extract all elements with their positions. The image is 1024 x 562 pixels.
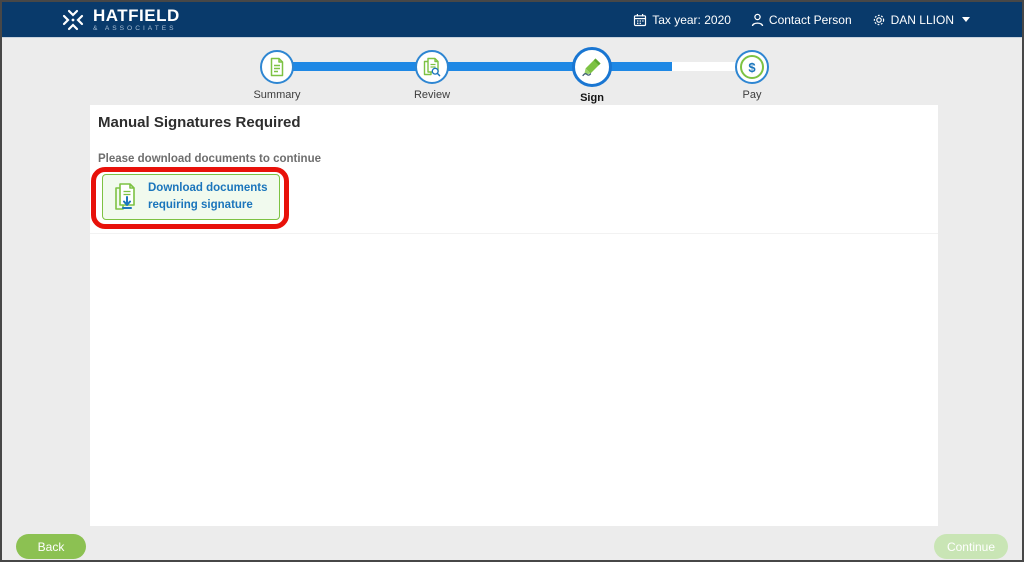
review-document-search-icon (422, 57, 442, 77)
app-window: HATFIELD & ASSOCIATES Tax year: 2020 Con… (0, 0, 1024, 562)
step-label-pay: Pay (742, 89, 762, 101)
step-label-sign: Sign (580, 92, 604, 104)
step-review[interactable]: Review (387, 50, 477, 101)
pay-dollar-icon: $ (740, 55, 764, 79)
summary-document-icon (268, 57, 286, 77)
download-button-label-line2: requiring signature (148, 199, 253, 211)
step-label-review: Review (413, 89, 451, 101)
download-button-label-line1: Download documents (148, 182, 268, 195)
step-summary[interactable]: Summary (232, 50, 322, 101)
sign-pen-icon (581, 56, 603, 78)
step-sign[interactable]: Sign (547, 47, 637, 104)
download-documents-button[interactable]: Download documents requiring signature (102, 174, 280, 220)
page-title: Manual Signatures Required (98, 114, 301, 131)
back-button[interactable]: Back (16, 534, 86, 559)
instruction-text: Please download documents to continue (98, 153, 321, 165)
wizard-stepper: Summary Review Sign $ Pay (2, 2, 1022, 104)
step-pay[interactable]: $ Pay (707, 50, 797, 101)
section-divider (90, 233, 938, 234)
download-document-icon (113, 182, 139, 212)
content-card: Manual Signatures Required Please downlo… (90, 105, 938, 526)
continue-button[interactable]: Continue (934, 534, 1008, 559)
step-label-summary: Summary (253, 89, 301, 101)
